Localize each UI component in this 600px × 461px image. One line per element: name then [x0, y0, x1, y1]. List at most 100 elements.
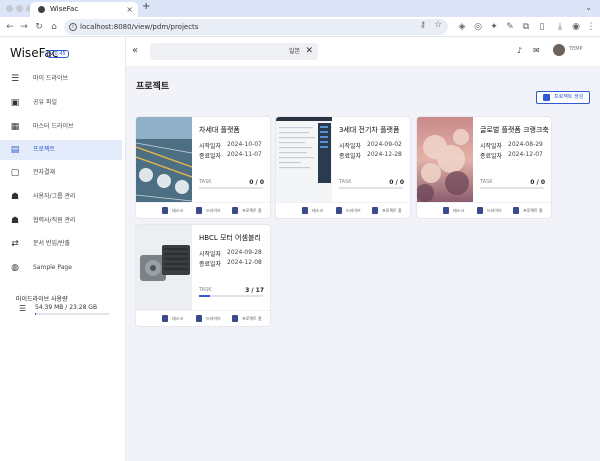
start-date-label: 시작일자: [199, 251, 222, 258]
end-date-label: 종료일자: [199, 261, 222, 268]
version-badge: v 0.45: [47, 50, 69, 58]
profile-icon[interactable]: ◉: [570, 20, 582, 34]
extension-icon[interactable]: ◎: [472, 20, 484, 34]
task-label: TASK: [199, 179, 212, 185]
drive-list-icon: [196, 207, 202, 214]
create-project-button[interactable]: 프로젝트 생성: [536, 91, 590, 104]
sidebar-item-label: 프로젝트: [33, 146, 56, 153]
address-bar[interactable]: i localhost:8080/view/pdm/projects ⚷ ☆: [64, 19, 448, 35]
storage-icon: ☰: [19, 304, 27, 313]
window-minimize-dot[interactable]: [16, 5, 23, 12]
browser-menu-icon[interactable]: ⋮: [585, 20, 597, 34]
project-card[interactable]: 차세대 플랫폼 시작일자 2024-10-07 종료일자 2024-11-07 …: [136, 117, 270, 218]
app-header: « 일본 ✕ ♪ ✉ TEMP: [126, 37, 600, 67]
tasks-label: 태스크: [312, 208, 324, 213]
users-icon: ☗: [10, 192, 20, 202]
sidebar-item-doc-transfer[interactable]: ⇄ 문서 반입/반출: [0, 234, 122, 254]
project-home-label: 프로젝트 홈: [523, 208, 543, 213]
avatar[interactable]: [553, 44, 565, 56]
bell-icon[interactable]: ♪: [517, 46, 522, 55]
sidebar-item-approval[interactable]: ▢ 전자결재: [0, 163, 122, 183]
download-icon[interactable]: ⤓: [554, 20, 566, 34]
sidebar-item-shared-files[interactable]: ▣ 공유 파일: [0, 93, 122, 113]
task-label: TASK: [480, 179, 493, 185]
drive-usage-text: 54.39 MB / 23.28 GB: [35, 304, 98, 311]
project-home-icon: [232, 207, 238, 214]
project-card[interactable]: 3세대 전기차 플랫폼 시작일자 2024-09-02 종료일자 2024-12…: [276, 117, 410, 218]
project-card[interactable]: 글로벌 플랫폼 크랭크축 시작일자 2024-08-29 종료일자 2024-1…: [417, 117, 551, 218]
start-date-label: 시작일자: [199, 143, 222, 150]
project-name[interactable]: 차세대 플랫폼: [199, 125, 240, 135]
sidepanel-icon[interactable]: ▯: [536, 20, 548, 34]
search-input[interactable]: 일본 ✕: [150, 43, 318, 60]
sidebar-item-sample-page[interactable]: ◍ Sample Page: [0, 258, 122, 278]
pen-extension-icon[interactable]: ✎: [504, 20, 516, 34]
end-date-value: 2024-12-08: [227, 259, 262, 266]
clear-search-icon[interactable]: ✕: [305, 43, 313, 60]
task-doc-icon: [162, 315, 168, 322]
start-date-value: 2024-08-29: [508, 141, 543, 148]
drive-usage-title: 마이드라이브 사용량: [16, 296, 68, 303]
task-progress-bar: [480, 187, 544, 189]
project-thumbnail: [136, 225, 192, 310]
tasks-label: 태스크: [453, 208, 465, 213]
start-date-value: 2024-10-07: [227, 141, 262, 148]
new-tab-button[interactable]: +: [142, 1, 150, 12]
project-name[interactable]: 3세대 전기차 플랫폼: [339, 125, 399, 135]
task-label: TASK: [199, 287, 212, 293]
window-close-dot[interactable]: [6, 5, 13, 12]
browser-titlebar: WiseFac × + ⌄: [0, 0, 600, 17]
site-info-icon[interactable]: i: [69, 23, 77, 31]
sidebar-item-label: 문서 반입/반출: [33, 240, 71, 247]
search-keyword[interactable]: 일본: [289, 43, 300, 60]
project-home-icon: [372, 207, 378, 214]
project-home-label: 프로젝트 홈: [242, 208, 262, 213]
shield-extension-icon[interactable]: ◈: [456, 20, 468, 34]
forward-button[interactable]: →: [18, 20, 30, 34]
project-thumbnail: [136, 117, 192, 202]
browser-tab[interactable]: WiseFac ×: [30, 2, 138, 17]
user-name[interactable]: TEMP: [569, 46, 583, 52]
sidebar-item-user-group-admin[interactable]: ☗ 사용자/그룹 관리: [0, 187, 122, 207]
main-content: 프로젝트 프로젝트 생성 차세대 플랫폼 시작일자 2024-10-07 종료일…: [126, 67, 600, 461]
start-date-label: 시작일자: [339, 143, 362, 150]
end-date-label: 종료일자: [480, 153, 503, 160]
url-text[interactable]: localhost:8080/view/pdm/projects: [80, 19, 198, 35]
collapse-sidebar-icon[interactable]: «: [132, 45, 138, 56]
tab-close-icon[interactable]: ×: [126, 2, 133, 17]
favicon-icon: [38, 6, 45, 13]
project-name[interactable]: 글로벌 플랫폼 크랭크축: [480, 125, 549, 135]
create-project-label: 프로젝트 생성: [554, 94, 584, 100]
sidebar-item-partner-admin[interactable]: ☗ 협력사/직원 관리: [0, 211, 122, 231]
back-button[interactable]: ←: [4, 20, 16, 34]
add-project-icon: [543, 94, 550, 101]
star-extension-icon[interactable]: ✦: [488, 20, 500, 34]
tab-title: WiseFac: [50, 5, 79, 13]
home-button[interactable]: ⌂: [48, 20, 60, 34]
card-footer: 태스크 드라이브 프로젝트 홈: [136, 202, 270, 218]
sidebar-item-master-drive[interactable]: ▦ 마스터 드라이브: [0, 117, 122, 137]
tasks-label: 태스크: [172, 208, 184, 213]
project-name[interactable]: HBCL 모터 어셈블리: [199, 233, 261, 243]
sidebar-item-label: 사용자/그룹 관리: [33, 193, 76, 200]
drive-usage-bar: [35, 313, 109, 315]
sidebar-item-my-drive[interactable]: ☰ 마이 드라이브: [0, 69, 122, 89]
grid-icon: ▦: [10, 122, 20, 132]
drive-label: 드라이브: [206, 208, 221, 213]
browser-toolbar: ← → ↻ ⌂ i localhost:8080/view/pdm/projec…: [0, 17, 600, 37]
shared-folder-icon: ▣: [10, 98, 20, 108]
password-key-icon[interactable]: ⚷: [420, 20, 426, 29]
project-home-label: 프로젝트 홈: [242, 316, 262, 321]
bookmark-star-icon[interactable]: ☆: [434, 20, 442, 30]
tab-list-chevron-icon[interactable]: ⌄: [585, 3, 592, 12]
puzzle-extensions-icon[interactable]: ⧉: [520, 20, 532, 34]
task-count: 0 / 0: [389, 179, 404, 186]
sidebar-item-label: 공유 파일: [33, 99, 57, 106]
partners-icon: ☗: [10, 216, 20, 226]
project-card[interactable]: HBCL 모터 어셈블리 시작일자 2024-09-28 종료일자 2024-1…: [136, 225, 270, 326]
task-label: TASK: [339, 179, 352, 185]
reload-button[interactable]: ↻: [33, 20, 45, 34]
sidebar-item-projects[interactable]: ▤ 프로젝트: [0, 140, 122, 160]
task-progress-bar: [199, 295, 263, 297]
mail-icon[interactable]: ✉: [533, 46, 540, 55]
